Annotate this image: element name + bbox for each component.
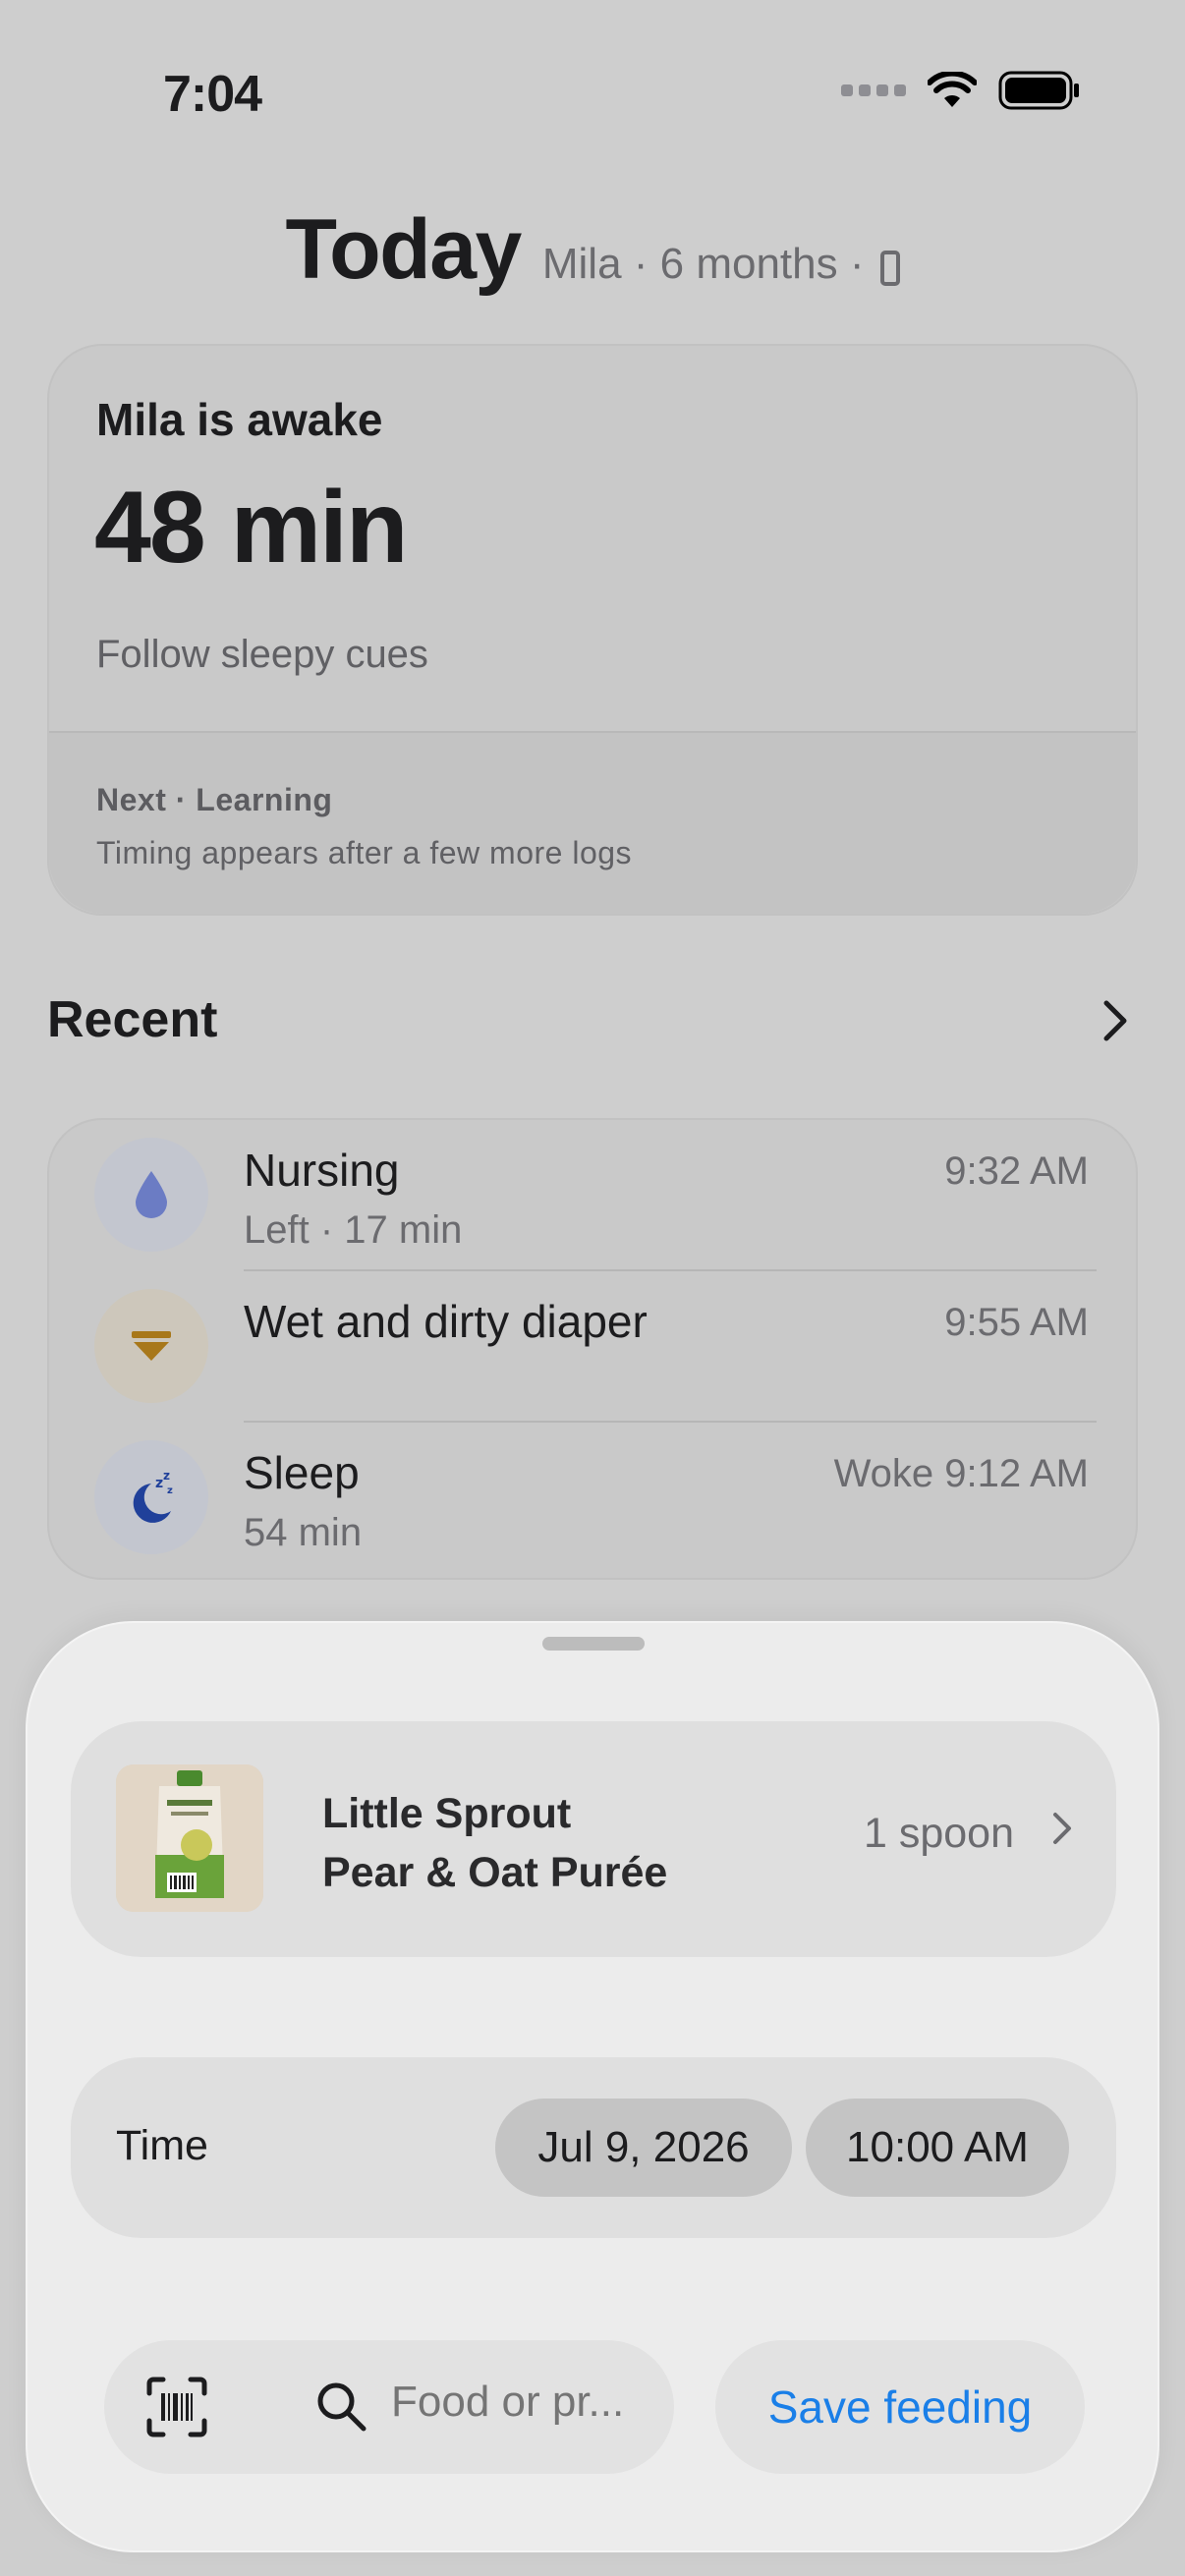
battery-icon xyxy=(998,71,1081,110)
svg-text:z: z xyxy=(163,1469,170,1483)
food-quantity: 1 spoon xyxy=(863,1810,1014,1857)
recent-title: Recent xyxy=(47,991,218,1048)
next-description: Timing appears after a few more logs xyxy=(96,835,633,870)
awake-title: Mila is awake xyxy=(96,394,383,445)
search-bar xyxy=(104,2340,674,2474)
date-picker[interactable]: Jul 9, 2026 xyxy=(495,2099,792,2197)
svg-text:z: z xyxy=(167,1485,173,1496)
food-name: Little Sprout Pear & Oat Purée xyxy=(322,1784,667,1902)
item-title: Sleep xyxy=(244,1447,360,1498)
status-indicators xyxy=(841,71,1081,110)
item-time: 9:55 AM xyxy=(944,1301,1089,1344)
time-picker[interactable]: 10:00 AM xyxy=(806,2099,1069,2197)
item-subtitle: 54 min xyxy=(244,1511,363,1554)
page-subtitle: Mila · 6 months · xyxy=(542,240,900,289)
phone-icon[interactable] xyxy=(879,251,900,286)
search-icon xyxy=(314,2380,369,2435)
child-age-label: Mila · 6 months · xyxy=(541,240,865,288)
drop-icon xyxy=(94,1138,208,1252)
food-product: Pear & Oat Purée xyxy=(322,1849,668,1896)
awake-hint: Follow sleepy cues xyxy=(96,633,428,676)
awake-card[interactable]: Mila is awake 48 min Follow sleepy cues … xyxy=(47,344,1138,916)
cellular-icon xyxy=(841,84,906,96)
list-item[interactable]: Wet and dirty diaper 9:55 AM xyxy=(49,1271,1136,1423)
item-time: Woke 9:12 AM xyxy=(833,1452,1089,1495)
item-title: Wet and dirty diaper xyxy=(244,1296,648,1347)
feeding-sheet: Little Sprout Pear & Oat Purée 1 spoon T… xyxy=(26,1621,1159,2552)
list-item[interactable]: Nursing Left · 17 min 9:32 AM xyxy=(49,1120,1136,1271)
chevron-right-icon xyxy=(1051,1808,1073,1857)
wifi-icon xyxy=(928,72,977,109)
diaper-icon xyxy=(94,1289,208,1403)
next-label: Next · Learning xyxy=(96,782,333,817)
product-image xyxy=(116,1764,263,1912)
next-section: Next · Learning Timing appears after a f… xyxy=(49,733,1136,914)
awake-duration: 48 min xyxy=(94,471,408,585)
barcode-scan-icon[interactable] xyxy=(145,2376,208,2438)
save-feeding-button[interactable]: Save feeding xyxy=(715,2340,1085,2474)
time-row: Time Jul 9, 2026 10:00 AM xyxy=(71,2057,1116,2238)
chevron-right-icon[interactable] xyxy=(1100,996,1130,1055)
item-title: Nursing xyxy=(244,1145,400,1196)
sheet-grabber[interactable] xyxy=(542,1637,645,1651)
food-selection[interactable]: Little Sprout Pear & Oat Purée 1 spoon xyxy=(71,1721,1116,1957)
page-title: Today xyxy=(285,202,522,297)
status-time: 7:04 xyxy=(163,66,262,123)
food-brand: Little Sprout xyxy=(322,1790,572,1837)
item-subtitle: Left · 17 min xyxy=(244,1208,463,1252)
time-label: Time xyxy=(116,2122,208,2169)
svg-text:z: z xyxy=(155,1476,163,1491)
recent-list: Nursing Left · 17 min 9:32 AM Wet and di… xyxy=(47,1118,1138,1580)
moon-icon: z z z xyxy=(94,1440,208,1554)
header: Today Mila · 6 months · xyxy=(0,201,1185,299)
list-item[interactable]: z z z Sleep 54 min Woke 9:12 AM xyxy=(49,1423,1136,1574)
search-input[interactable] xyxy=(391,2378,656,2427)
item-time: 9:32 AM xyxy=(944,1149,1089,1193)
